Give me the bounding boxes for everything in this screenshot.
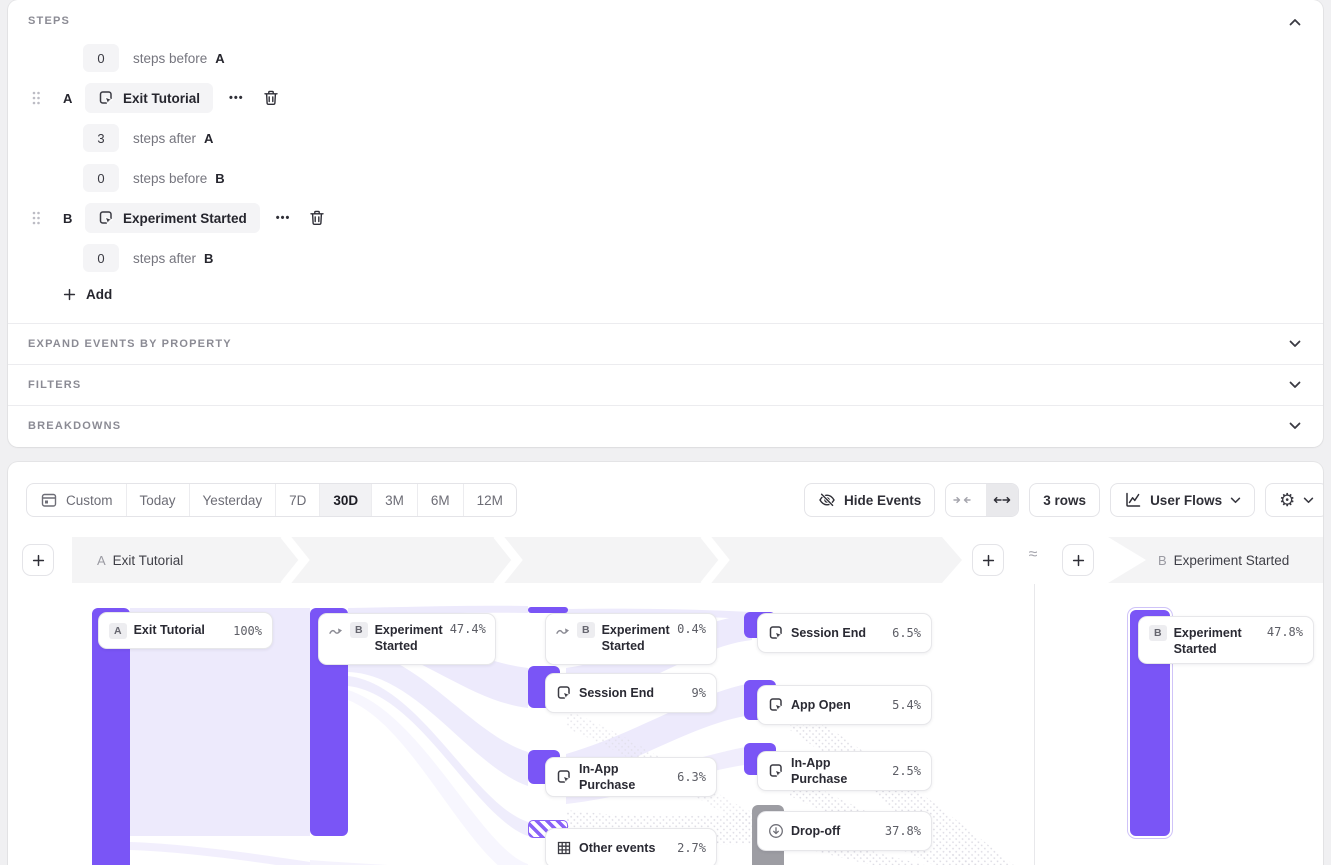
step-a-row: A Exit Tutorial ••• [31, 83, 280, 113]
node-badge: B [1149, 625, 1167, 641]
steps-after-b-ref: B [204, 251, 213, 266]
trash-icon [308, 209, 326, 227]
node-card-drop-off[interactable]: Drop-off 37.8% [757, 811, 932, 851]
trash-icon [262, 89, 280, 107]
steps-before-a-row: 0 steps before A [83, 44, 225, 72]
chevron-down-icon [1289, 340, 1301, 348]
report-panel: Custom Today Yesterday 7D 30D 3M 6M 12M … [8, 462, 1323, 865]
expand-events-chevron[interactable] [1284, 333, 1306, 355]
event-cursor-icon [768, 763, 784, 779]
steps-after-b-row: 0 steps after B [83, 244, 213, 272]
step-b-more-button[interactable]: ••• [276, 212, 291, 224]
grid-icon [556, 840, 572, 856]
event-cursor-icon [768, 625, 784, 641]
node-badge: B [350, 622, 368, 638]
step-b-event-button[interactable]: Experiment Started [85, 203, 260, 233]
step-b-event-name: Experiment Started [123, 211, 247, 226]
breakdowns-section[interactable]: BREAKDOWNS [8, 405, 1323, 446]
steps-before-b-input[interactable]: 0 [83, 164, 119, 192]
node-badge: B [577, 622, 595, 638]
add-step-before-b-button[interactable] [1062, 544, 1094, 576]
node-card-in-app-purchase-25[interactable]: In-App Purchase 2.5% [757, 751, 932, 791]
node-card-experiment-started-47[interactable]: B Experiment Started 47.4% [318, 613, 496, 665]
add-step-button[interactable]: Add [62, 287, 112, 302]
steps-before-b-label: steps before [133, 171, 207, 186]
expand-events-by-property-section[interactable]: EXPAND EVENTS BY PROPERTY [8, 323, 1323, 364]
column-header-a: A Exit Tutorial [72, 537, 962, 583]
event-cursor-icon [556, 685, 572, 701]
approx-symbol: ≈ [1020, 546, 1046, 564]
steps-before-a-input[interactable]: 0 [83, 44, 119, 72]
breakdowns-title: BREAKDOWNS [28, 420, 121, 432]
steps-after-a-label: steps after [133, 131, 196, 146]
add-step-before-button[interactable] [22, 544, 54, 576]
breakdowns-chevron[interactable] [1284, 415, 1306, 437]
steps-before-a-ref: A [215, 51, 224, 66]
filters-title: FILTERS [28, 379, 81, 391]
steps-after-a-input[interactable]: 3 [83, 124, 119, 152]
header-a-label: Exit Tutorial [113, 553, 184, 568]
node-card-in-app-purchase-63[interactable]: In-App Purchase 6.3% [545, 757, 717, 797]
step-a-letter: A [63, 91, 75, 106]
steps-section-title: STEPS [28, 15, 70, 27]
node-badge: A [109, 623, 127, 639]
steps-after-b-input[interactable]: 0 [83, 244, 119, 272]
plus-icon [1071, 553, 1086, 568]
node-card-experiment-started-478[interactable]: B Experiment Started 47.8% [1138, 616, 1314, 664]
header-b-label: Experiment Started [1174, 553, 1290, 568]
step-b-letter: B [63, 211, 75, 226]
event-cursor-icon [768, 697, 784, 713]
plus-icon [62, 287, 77, 302]
steps-after-a-row: 3 steps after A [83, 124, 213, 152]
step-a-more-button[interactable]: ••• [229, 92, 244, 104]
drop-off-icon [768, 823, 784, 839]
query-builder-panel: STEPS 0 steps before A A Exit Tutorial •… [8, 0, 1323, 447]
steps-after-b-label: steps after [133, 251, 196, 266]
plus-icon [981, 553, 996, 568]
drag-handle-icon[interactable] [31, 89, 41, 107]
step-a-event-name: Exit Tutorial [123, 91, 200, 106]
event-cursor-icon [98, 90, 114, 106]
node-card-other-events[interactable]: Other events 2.7% [545, 828, 717, 865]
step-b-delete-button[interactable] [308, 209, 326, 227]
plus-icon [31, 553, 46, 568]
chevron-up-icon [1289, 18, 1301, 26]
add-step-label: Add [86, 287, 112, 302]
node-card-session-end-65[interactable]: Session End 6.5% [757, 613, 932, 653]
steps-before-b-row: 0 steps before B [83, 164, 225, 192]
chevron-down-icon [1289, 381, 1301, 389]
step-b-row: B Experiment Started ••• [31, 203, 326, 233]
add-step-after-a-button[interactable] [972, 544, 1004, 576]
squiggle-arrow-icon [556, 622, 570, 637]
squiggle-arrow-icon [329, 622, 343, 637]
step-a-delete-button[interactable] [262, 89, 280, 107]
node-card-session-end-9[interactable]: Session End 9% [545, 673, 717, 713]
steps-before-b-ref: B [215, 171, 224, 186]
steps-collapse-button[interactable] [1284, 11, 1306, 33]
node-card-exit-tutorial[interactable]: A Exit Tutorial 100% [98, 612, 273, 649]
chevron-down-icon [1289, 422, 1301, 430]
step-a-event-button[interactable]: Exit Tutorial [85, 83, 213, 113]
node-card-experiment-started-04[interactable]: B Experiment Started 0.4% [545, 613, 717, 665]
steps-before-a-label: steps before [133, 51, 207, 66]
steps-after-a-ref: A [204, 131, 213, 146]
expand-events-title: EXPAND EVENTS BY PROPERTY [28, 338, 232, 350]
filters-chevron[interactable] [1284, 374, 1306, 396]
header-b-letter: B [1158, 553, 1167, 568]
event-cursor-icon [98, 210, 114, 226]
node-card-app-open[interactable]: App Open 5.4% [757, 685, 932, 725]
filters-section[interactable]: FILTERS [8, 364, 1323, 405]
event-cursor-icon [556, 769, 572, 785]
header-a-letter: A [97, 553, 106, 568]
drag-handle-icon[interactable] [31, 209, 41, 227]
